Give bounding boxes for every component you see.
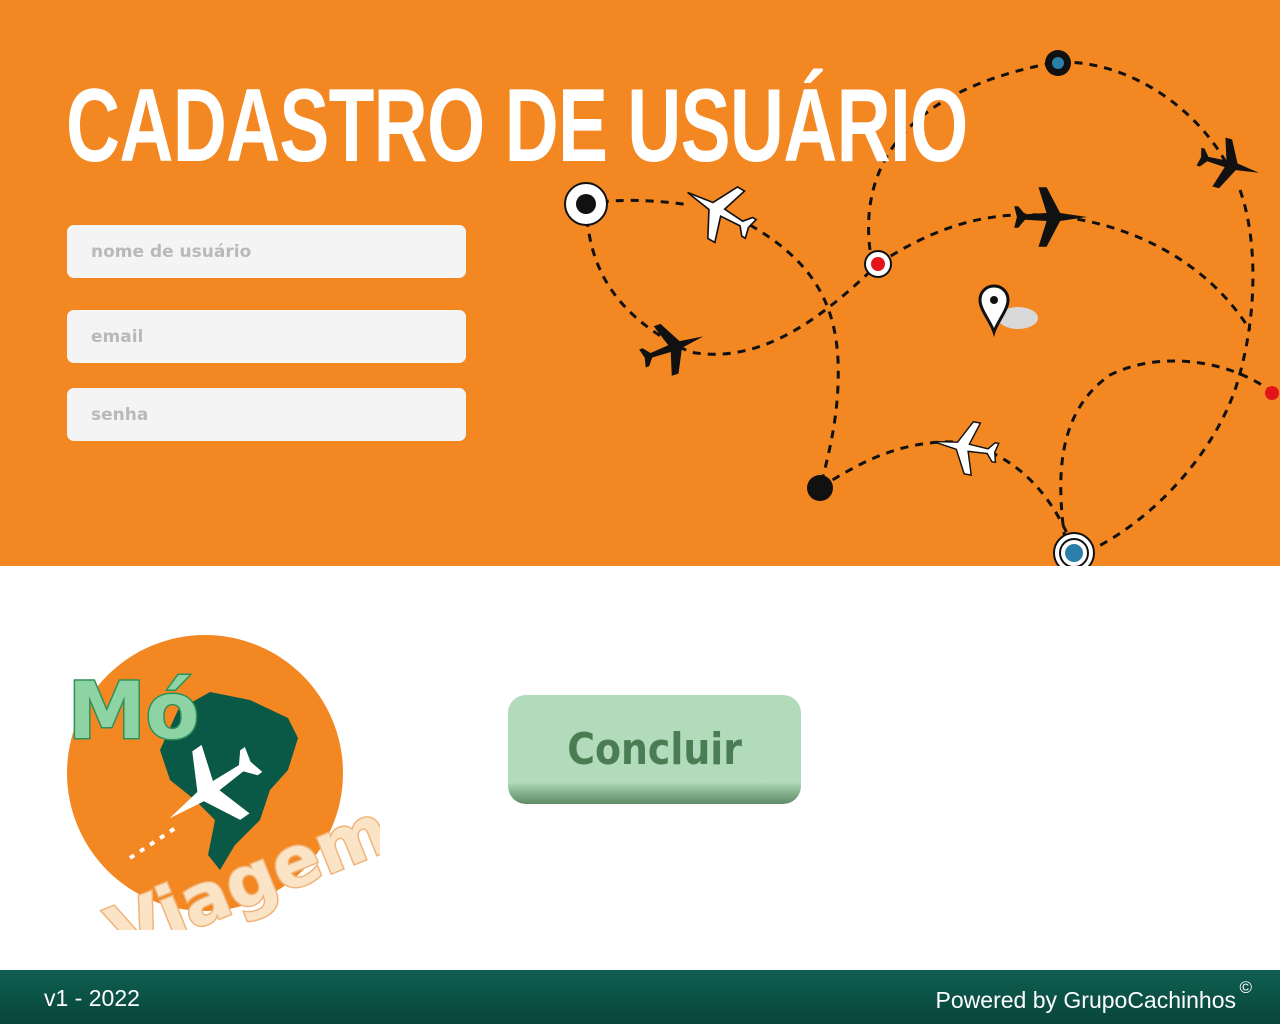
copyright-symbol: © xyxy=(1239,978,1252,997)
page-title: CADASTRO DE USUÁRIO xyxy=(66,68,968,184)
airplane-icon xyxy=(1014,187,1088,247)
route-dot-icon xyxy=(807,475,833,501)
route-dot-icon xyxy=(1053,532,1095,566)
route-dot-icon xyxy=(864,250,892,278)
password-input[interactable] xyxy=(67,388,466,441)
airplane-icon xyxy=(933,421,1000,476)
email-input[interactable] xyxy=(67,310,466,363)
airplane-icon xyxy=(639,323,704,376)
route-dot-icon xyxy=(564,182,608,226)
route-dot-icon xyxy=(1045,50,1071,76)
concluir-button[interactable]: Concluir xyxy=(508,695,801,804)
version-text: v1 - 2022 xyxy=(44,985,140,1011)
mo-viagem-logo: Mó Viagem xyxy=(60,630,402,976)
powered-by-text: Powered by GrupoCachinhos xyxy=(935,987,1236,1013)
location-pin-icon xyxy=(978,284,1038,338)
footer: v1 - 2022 Powered by GrupoCachinhos © xyxy=(0,970,1280,1024)
logo-word-top: Mó xyxy=(68,667,199,757)
hero-banner: CADASTRO DE USUÁRIO xyxy=(0,0,1280,566)
concluir-button-label: Concluir xyxy=(567,724,742,775)
username-input[interactable] xyxy=(67,225,466,278)
airplane-icon xyxy=(1196,137,1259,189)
route-dot-icon xyxy=(1265,386,1279,400)
